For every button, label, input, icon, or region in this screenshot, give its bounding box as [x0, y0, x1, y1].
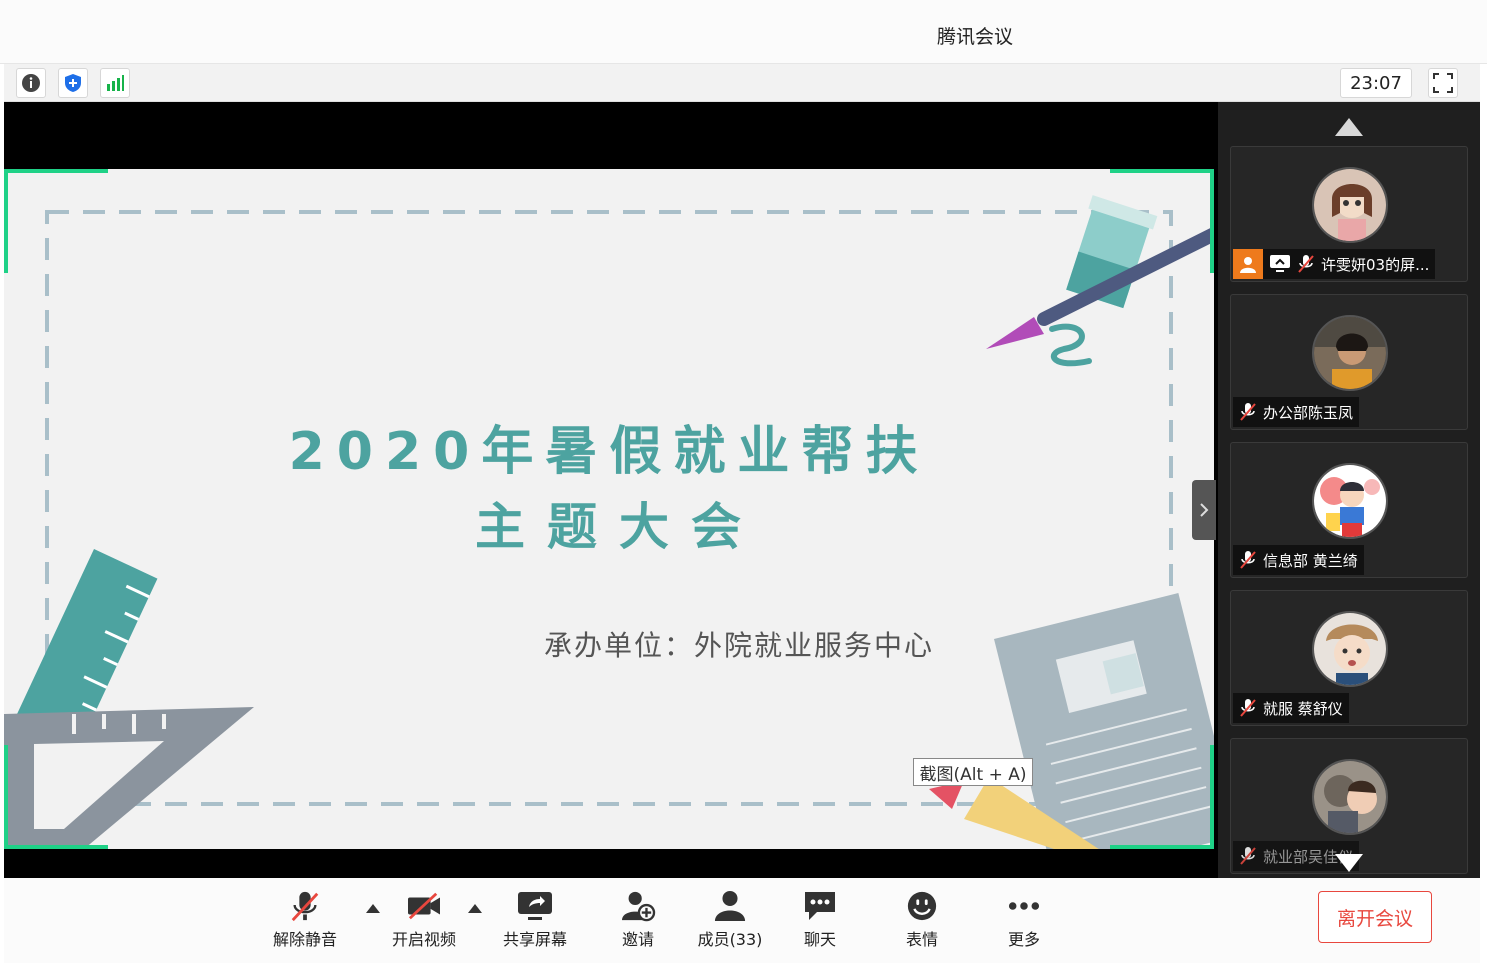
mic-muted-icon	[1298, 255, 1314, 273]
share-indicator-corner-tr	[1110, 169, 1214, 273]
reactions-label: 表情	[905, 930, 938, 949]
mic-muted-icon	[1240, 403, 1256, 421]
video-options-caret[interactable]	[468, 904, 482, 913]
start-video-label: 开启视频	[391, 930, 456, 949]
invite-button[interactable]: 邀请	[608, 890, 668, 950]
more-icon	[1008, 902, 1040, 910]
mic-muted-icon	[1240, 847, 1256, 865]
participant-name: 信息部 黄兰绮	[1263, 551, 1358, 570]
signal-icon	[107, 75, 124, 91]
meeting-toolbar: 23:07	[4, 64, 1480, 102]
participant-label: 许雯妍03的屏...	[1233, 249, 1436, 279]
share-indicator-corner-bl	[4, 745, 108, 849]
emoji-icon	[907, 891, 937, 921]
fullscreen-button[interactable]	[1428, 68, 1458, 98]
share-screen-button[interactable]: 共享屏幕	[500, 890, 570, 950]
unmute-button[interactable]: 解除静音	[270, 890, 340, 950]
participant-name: 许雯妍03的屏...	[1321, 255, 1430, 274]
avatar	[1312, 611, 1388, 687]
user-icon	[714, 890, 746, 922]
more-button[interactable]: 更多	[994, 890, 1054, 950]
participant-tile[interactable]: 就服 蔡舒仪	[1230, 590, 1468, 726]
slide-title-line2: 主题大会	[475, 498, 763, 556]
members-label: 成员(33)	[697, 930, 763, 949]
share-screen-icon	[518, 892, 552, 920]
slide-organizer: 承办单位：外院就业服务中心	[544, 629, 935, 662]
share-indicator-corner-br	[1110, 745, 1214, 849]
network-status-button[interactable]	[100, 68, 130, 98]
audio-options-caret[interactable]	[366, 904, 380, 913]
participant-tile[interactable]: 许雯妍03的屏...	[1230, 146, 1468, 282]
security-button[interactable]	[58, 68, 88, 98]
mic-muted-icon	[1240, 551, 1256, 569]
meeting-timer: 23:07	[1340, 68, 1412, 98]
chat-label: 聊天	[803, 930, 836, 949]
mic-muted-icon	[1240, 699, 1256, 717]
host-icon	[1233, 249, 1263, 279]
scroll-up-icon[interactable]	[1335, 118, 1363, 136]
participant-label: 办公部陈玉凤	[1233, 397, 1360, 427]
participant-tile[interactable]: 信息部 黄兰绮	[1230, 442, 1468, 578]
shared-slide: 2020年暑假就业帮扶 主题大会 承办单位：外院就业服务中心	[4, 169, 1214, 849]
add-user-icon	[622, 891, 656, 922]
avatar	[1312, 463, 1388, 539]
share-indicator-corner-tl	[4, 169, 108, 273]
fullscreen-icon	[1433, 73, 1453, 93]
members-button[interactable]: 成员(33)	[692, 890, 768, 950]
share-screen-label: 共享屏幕	[502, 930, 567, 949]
window-title: 腾讯会议	[936, 26, 1013, 48]
chat-icon	[805, 892, 835, 920]
video-off-icon	[408, 892, 440, 920]
participant-label: 就服 蔡舒仪	[1233, 693, 1349, 723]
participant-video-list: 许雯妍03的屏... 办公部陈玉凤 信息部 黄兰绮 就服 蔡舒仪 就业部吴佳仪	[1218, 102, 1480, 878]
unmute-label: 解除静音	[272, 930, 337, 949]
shield-icon	[65, 74, 81, 92]
window-titlebar: 腾讯会议	[0, 0, 1487, 64]
avatar	[1312, 759, 1388, 835]
chevron-right-icon	[1200, 503, 1209, 517]
screen-share-icon	[1270, 255, 1290, 272]
scroll-down-icon[interactable]	[1335, 854, 1363, 872]
slide-title-line1: 2020年暑假就业帮扶	[288, 422, 930, 482]
screenshot-tooltip: 截图(Alt + A)	[913, 758, 1033, 786]
participant-label: 信息部 黄兰绮	[1233, 545, 1364, 575]
avatar	[1312, 315, 1388, 391]
avatar	[1312, 167, 1388, 243]
meeting-controls: 解除静音 开启视频 共享屏幕 邀请 成员(33) 聊天 表情 更多 离开会议	[4, 878, 1480, 963]
collapse-sidebar-handle[interactable]	[1192, 480, 1216, 540]
reactions-button[interactable]: 表情	[892, 890, 952, 950]
mic-muted-icon	[291, 891, 319, 922]
leave-meeting-button[interactable]: 离开会议	[1318, 891, 1432, 943]
participant-name: 办公部陈玉凤	[1263, 403, 1354, 422]
chat-button[interactable]: 聊天	[790, 890, 850, 950]
participant-tile[interactable]: 办公部陈玉凤	[1230, 294, 1468, 430]
info-button[interactable]	[16, 68, 46, 98]
info-icon	[22, 74, 40, 92]
invite-label: 邀请	[621, 930, 654, 949]
start-video-button[interactable]: 开启视频	[389, 890, 459, 950]
participant-name: 就服 蔡舒仪	[1263, 699, 1343, 718]
more-label: 更多	[1007, 930, 1040, 949]
